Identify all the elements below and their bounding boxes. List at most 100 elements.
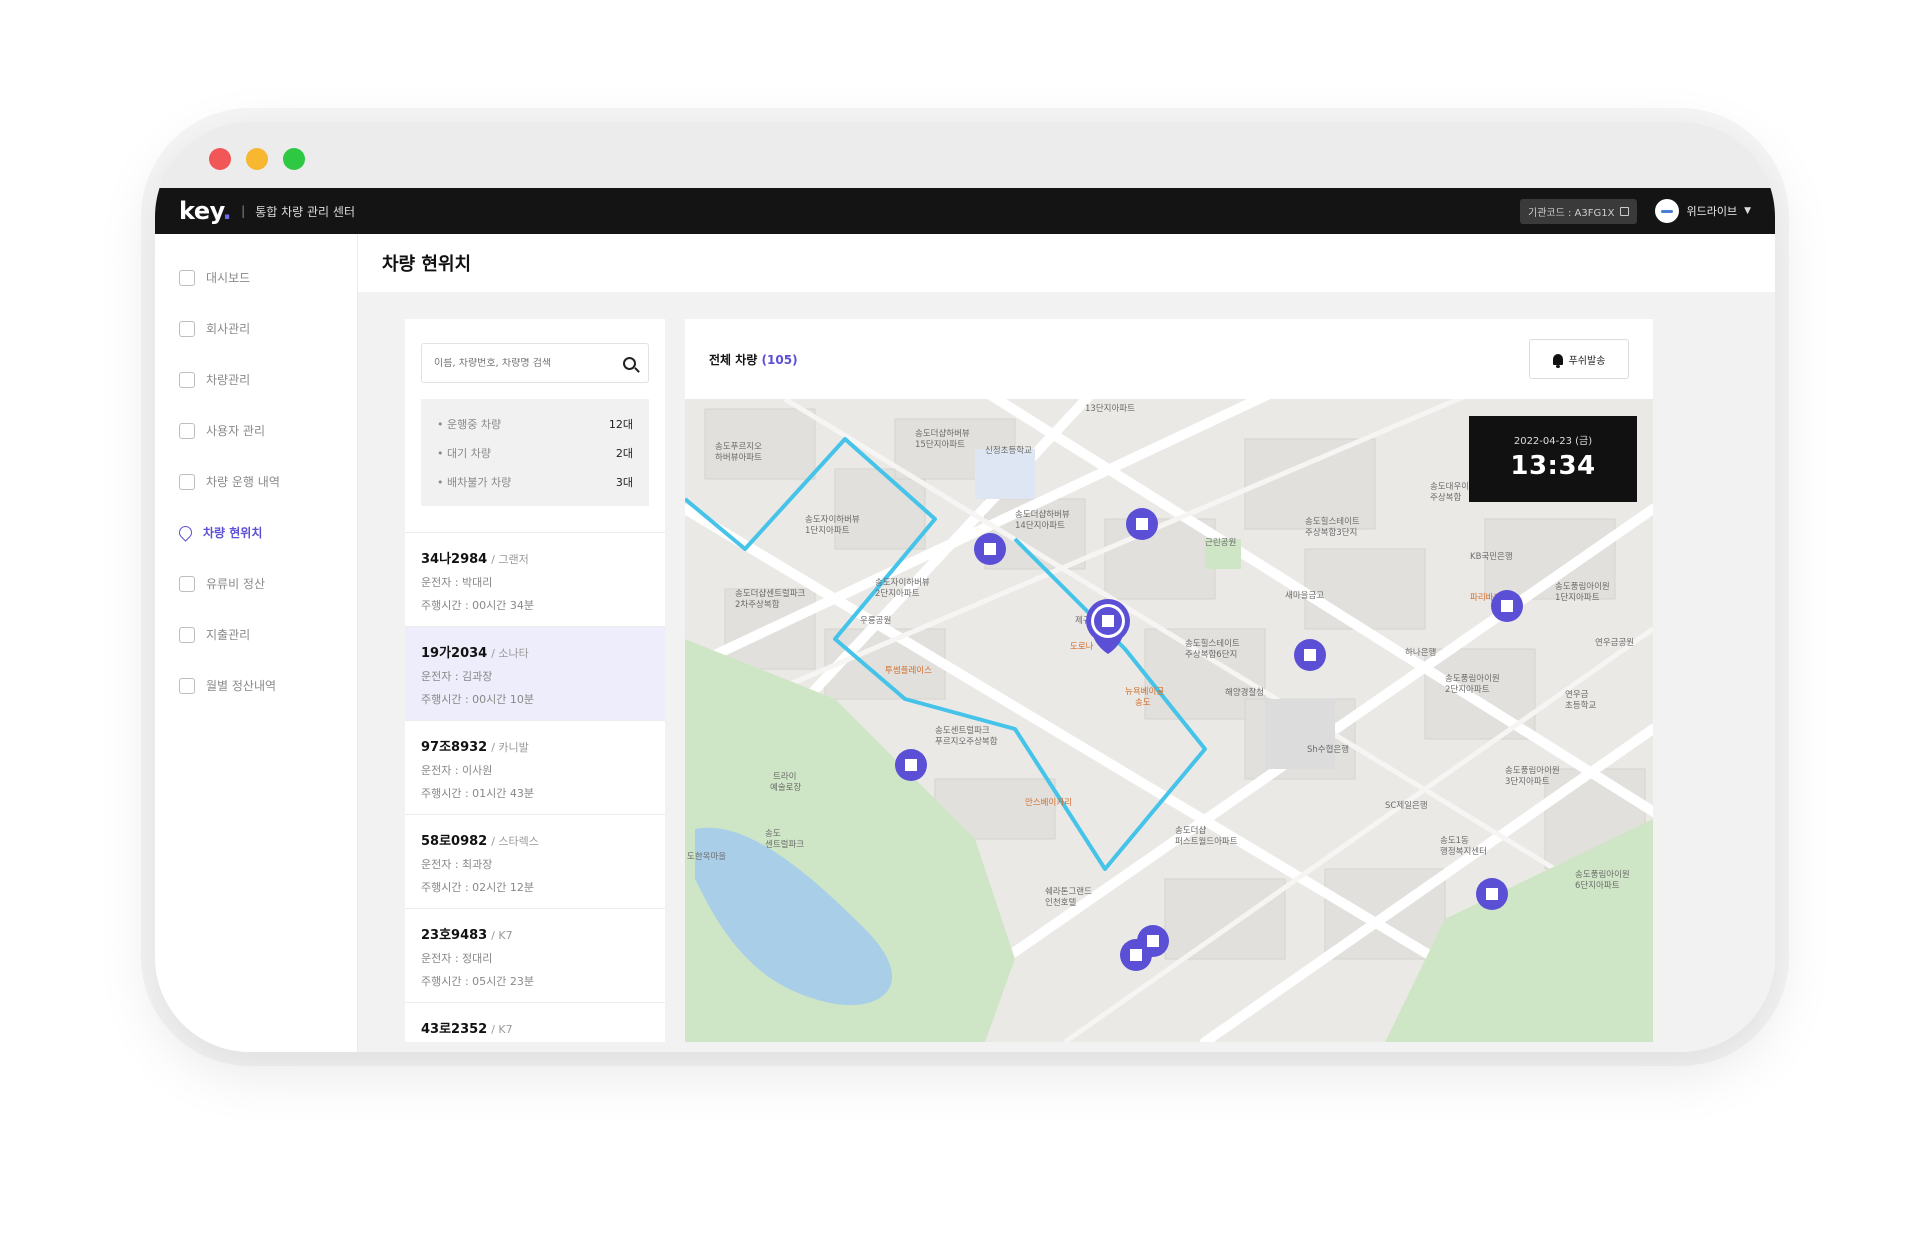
minimize-window-button[interactable] bbox=[246, 148, 268, 170]
sidebar-item-company[interactable]: 회사관리 bbox=[155, 303, 357, 354]
vehicle-drive-time: 주행시간 : 02시간 12분 bbox=[421, 881, 535, 894]
svg-text:하나은행: 하나은행 bbox=[1405, 647, 1436, 658]
caret-down-icon: ▼ bbox=[1744, 206, 1751, 216]
vehicle-list-panel: • 운행중 차량12대 • 대기 차량2대 • 배차불가 차량3대 34나298… bbox=[405, 319, 665, 1042]
calendar-icon bbox=[179, 677, 195, 694]
org-code-badge[interactable]: 기관코드 : A3FG1X bbox=[1520, 198, 1638, 224]
svg-text:송도자이하버뷰: 송도자이하버뷰 bbox=[805, 514, 860, 525]
top-navigation-bar: key. | 통합 차량 관리 센터 기관코드 : A3FG1X 위드라이브 ▼ bbox=[155, 188, 1775, 234]
svg-text:퍼스트월드아파트: 퍼스트월드아파트 bbox=[1175, 836, 1238, 847]
sidebar-item-vehicle-location[interactable]: 차량 현위치 bbox=[155, 507, 357, 558]
maximize-window-button[interactable] bbox=[283, 148, 305, 170]
map-title: 전체 차량 (105) bbox=[709, 352, 798, 367]
vehicle-driver: 운전자 : 김과장 bbox=[421, 670, 493, 683]
sidebar-item-fuel-settlement[interactable]: 유류비 정산 bbox=[155, 558, 357, 609]
svg-text:송도자이하버뷰: 송도자이하버뷰 bbox=[875, 577, 930, 588]
svg-text:송도힐스테이트: 송도힐스테이트 bbox=[1185, 638, 1240, 649]
user-name: 위드라이브 bbox=[1686, 205, 1738, 218]
vehicle-list-item[interactable]: 43로2352/ K7 bbox=[405, 1003, 665, 1042]
svg-text:2단지아파트: 2단지아파트 bbox=[875, 588, 920, 599]
copy-icon[interactable] bbox=[1620, 206, 1630, 216]
svg-text:3단지아파트: 3단지아파트 bbox=[1505, 776, 1550, 787]
vehicle-plate: 43로2352 bbox=[421, 1022, 488, 1037]
vehicle-plate: 34나2984 bbox=[421, 552, 488, 567]
svg-text:송도풍림아이원: 송도풍림아이원 bbox=[1575, 869, 1630, 880]
svg-text:1단지아파트: 1단지아파트 bbox=[1555, 592, 1600, 603]
svg-text:13단지아파트: 13단지아파트 bbox=[1085, 403, 1135, 414]
vehicle-drive-time: 주행시간 : 01시간 43분 bbox=[421, 787, 535, 800]
push-send-label: 푸쉬발송 bbox=[1568, 355, 1606, 367]
svg-text:도한옥마을: 도한옥마을 bbox=[687, 852, 726, 862]
vehicle-stats: • 운행중 차량 12대 • 대기 차량 2대 • 배차불가 차량 3대 bbox=[421, 399, 649, 506]
svg-text:주상복합3단지: 주상복합3단지 bbox=[1305, 527, 1357, 538]
vehicle-model: / 카니발 bbox=[491, 741, 529, 754]
vehicle-list-item[interactable]: 58로0982/ 스타렉스 운전자 : 최과장 주행시간 : 02시간 12분 bbox=[405, 815, 665, 909]
vehicle-list-item[interactable]: 34나2984/ 그랜저 운전자 : 박대리 주행시간 : 00시간 34분 bbox=[405, 533, 665, 627]
svg-text:송도풍림아이원: 송도풍림아이원 bbox=[1445, 673, 1500, 684]
close-window-button[interactable] bbox=[209, 148, 231, 170]
window-controls bbox=[209, 148, 305, 170]
vehicle-driver: 운전자 : 박대리 bbox=[421, 576, 493, 589]
sidebar-item-users[interactable]: 사용자 관리 bbox=[155, 405, 357, 456]
dashboard-icon bbox=[179, 269, 195, 286]
clipboard-icon bbox=[179, 473, 195, 490]
map-panel: 전체 차량 (105) 푸쉬발송 13단지아파트 송도더샵하버뷰 15단지아파트… bbox=[685, 319, 1653, 1042]
sidebar-item-vehicles[interactable]: 차량관리 bbox=[155, 354, 357, 405]
sidebar-item-dashboard[interactable]: 대시보드 bbox=[155, 252, 357, 303]
vehicle-list-item[interactable]: 23호9483/ K7 운전자 : 정대리 주행시간 : 05시간 23분 bbox=[405, 909, 665, 1003]
svg-text:센트럴파크: 센트럴파크 bbox=[765, 839, 804, 850]
vehicle-driver: 운전자 : 이사원 bbox=[421, 764, 493, 777]
svg-text:신정초등학교: 신정초등학교 bbox=[985, 445, 1032, 456]
svg-text:주상복합6단지: 주상복합6단지 bbox=[1185, 649, 1237, 660]
svg-text:연우금공원: 연우금공원 bbox=[1595, 638, 1634, 648]
vehicle-map[interactable]: 13단지아파트 송도더샵하버뷰 15단지아파트 신정초등학교 송도푸르지오 하버… bbox=[685, 399, 1653, 1042]
sidebar-item-expenses[interactable]: 지출관리 bbox=[155, 609, 357, 660]
vehicle-list-item-selected[interactable]: 19가2034/ 소나타 운전자 : 김과장 주행시간 : 00시간 10분 bbox=[405, 627, 665, 721]
svg-text:트라이: 트라이 bbox=[773, 771, 796, 782]
svg-text:쉐라톤그랜드: 쉐라톤그랜드 bbox=[1045, 886, 1092, 897]
vehicle-model: / 그랜저 bbox=[491, 553, 529, 566]
vehicle-model: / K7 bbox=[491, 1023, 513, 1036]
svg-text:송도더샵: 송도더샵 bbox=[1175, 825, 1206, 836]
svg-text:14단지아파트: 14단지아파트 bbox=[1015, 520, 1065, 531]
svg-text:우룡공원: 우룡공원 bbox=[860, 616, 891, 626]
svg-text:초등학교: 초등학교 bbox=[1565, 700, 1596, 711]
sidebar-item-monthly-settlement[interactable]: 월별 정산내역 bbox=[155, 660, 357, 711]
bell-icon bbox=[1552, 353, 1563, 368]
vehicle-list-item[interactable]: 97조8932/ 카니발 운전자 : 이사원 주행시간 : 01시간 43분 bbox=[405, 721, 665, 815]
svg-text:해양경찰청: 해양경찰청 bbox=[1225, 687, 1264, 698]
svg-text:주상복합: 주상복합 bbox=[1430, 492, 1461, 503]
svg-text:송도1동: 송도1동 bbox=[1440, 836, 1469, 846]
car-icon bbox=[179, 371, 195, 388]
key-logo[interactable]: key. bbox=[179, 197, 232, 225]
vehicle-model: / 소나타 bbox=[491, 647, 529, 660]
location-pin-icon bbox=[176, 523, 195, 542]
vehicle-plate: 58로0982 bbox=[421, 834, 488, 849]
sidebar-item-trip-history[interactable]: 차량 운행 내역 bbox=[155, 456, 357, 507]
svg-text:1단지아파트: 1단지아파트 bbox=[805, 525, 850, 536]
vehicle-drive-time: 주행시간 : 05시간 23분 bbox=[421, 975, 535, 988]
vehicle-plate: 19가2034 bbox=[421, 646, 488, 661]
svg-text:6단지아파트: 6단지아파트 bbox=[1575, 880, 1620, 891]
svg-text:2단지아파트: 2단지아파트 bbox=[1445, 684, 1490, 695]
vehicle-list: 34나2984/ 그랜저 운전자 : 박대리 주행시간 : 00시간 34분 1… bbox=[405, 532, 665, 1042]
search-input[interactable] bbox=[434, 357, 623, 369]
svg-text:송도힐스테이트: 송도힐스테이트 bbox=[1305, 516, 1360, 527]
svg-text:송도더샵센트럴파크: 송도더샵센트럴파크 bbox=[735, 588, 806, 599]
user-menu[interactable]: 위드라이브 ▼ bbox=[1655, 199, 1751, 223]
vehicle-driver: 운전자 : 최과장 bbox=[421, 858, 493, 871]
vehicle-model: / K7 bbox=[491, 929, 513, 942]
svg-text:행정복지센터: 행정복지센터 bbox=[1440, 846, 1487, 857]
vehicle-drive-time: 주행시간 : 00시간 10분 bbox=[421, 693, 535, 706]
current-date: 2022-04-23 (금) bbox=[1513, 436, 1593, 447]
sidebar: 대시보드 회사관리 차량관리 사용자 관리 차량 운행 내역 차량 현위치 유류… bbox=[155, 234, 358, 1052]
svg-text:송도: 송도 bbox=[1135, 698, 1151, 708]
svg-text:연우금: 연우금 bbox=[1565, 690, 1589, 700]
app: key. | 통합 차량 관리 센터 기관코드 : A3FG1X 위드라이브 ▼… bbox=[155, 188, 1775, 1052]
search-icon[interactable] bbox=[623, 356, 636, 370]
map-header: 전체 차량 (105) 푸쉬발송 bbox=[685, 319, 1653, 399]
push-send-button[interactable]: 푸쉬발송 bbox=[1529, 339, 1629, 379]
svg-text:푸르지오주상복합: 푸르지오주상복합 bbox=[935, 736, 998, 747]
svg-text:송도풍림아이원: 송도풍림아이원 bbox=[1505, 765, 1560, 776]
svg-text:송도: 송도 bbox=[765, 829, 781, 839]
